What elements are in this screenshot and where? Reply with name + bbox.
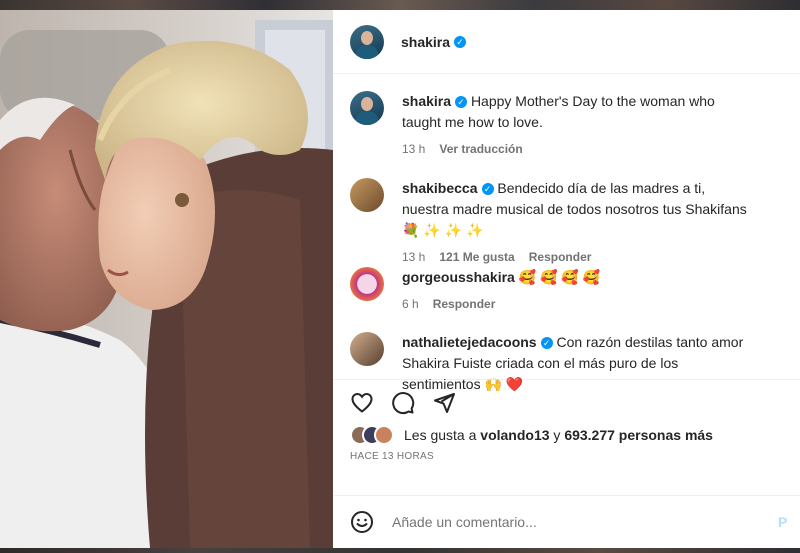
post-header: shakira ✓ [333, 10, 800, 74]
comment-username[interactable]: shakibecca [402, 180, 478, 196]
comment-avatar[interactable] [350, 178, 384, 212]
comment-avatar[interactable] [350, 267, 384, 301]
likes-count[interactable]: 693.277 personas más [564, 427, 713, 443]
comment-item: gorgeousshakira 🥰 🥰 🥰 🥰 6 h Responder [350, 267, 800, 311]
post-photo-illustration [0, 10, 333, 548]
comment-text: gorgeousshakira 🥰 🥰 🥰 🥰 [402, 267, 752, 288]
liker-avatar[interactable] [374, 425, 394, 445]
reply-button[interactable]: Responder [433, 297, 496, 311]
liker-username[interactable]: volando13 [480, 427, 549, 443]
caption-text: shakira ✓ Happy Mother's Day to the woman… [402, 91, 752, 133]
comment-text: shakibecca ✓ Bendecido día de las madres … [402, 178, 752, 241]
post-comment-button[interactable]: P [778, 514, 787, 530]
comment-meta: 13 h Ver traducción [402, 142, 752, 156]
author-username[interactable]: shakira [401, 34, 450, 50]
comment-item: shakibecca ✓ Bendecido día de las madres … [350, 178, 800, 264]
comment-avatar[interactable] [350, 332, 384, 366]
post-photo[interactable] [0, 10, 333, 548]
comment-username[interactable]: gorgeousshakira [402, 269, 515, 285]
comment-body: 🥰 🥰 🥰 🥰 [518, 269, 601, 285]
background-strip-top [0, 0, 800, 10]
add-comment-bar: P [333, 495, 800, 548]
translate-link[interactable]: Ver traducción [439, 142, 522, 156]
likes-summary: Les gusta a volando13 y 693.277 personas… [333, 425, 800, 445]
verified-badge-icon: ✓ [455, 96, 468, 109]
comment-meta: 6 h Responder [402, 297, 752, 311]
verified-badge-icon: ✓ [454, 35, 467, 48]
comments-list: shakira ✓ Happy Mother's Day to the woman… [333, 74, 800, 392]
comment-username[interactable]: nathalietejedacoons [402, 334, 537, 350]
comment-meta: 13 h 121 Me gusta Responder [402, 250, 752, 264]
reply-button[interactable]: Responder [529, 250, 592, 264]
verified-badge-icon: ✓ [540, 337, 553, 350]
comment-text: nathalietejedacoons ✓ Con razón destilas … [402, 332, 752, 395]
verified-badge-icon: ✓ [481, 183, 494, 196]
comment-item: nathalietejedacoons ✓ Con razón destilas … [350, 332, 800, 395]
comment-time: 13 h [402, 250, 426, 264]
comment-avatar[interactable] [350, 91, 384, 125]
emoji-icon[interactable] [350, 510, 374, 534]
comment-time[interactable]: 13 h [402, 142, 425, 156]
post-detail-panel: shakira ✓ shakira ✓ Happy Mother's Day to… [333, 10, 800, 548]
background-strip-bottom [0, 548, 800, 553]
author-avatar[interactable] [350, 24, 384, 59]
likes-prefix: Les gusta a [404, 427, 477, 443]
comment-time: 6 h [402, 297, 419, 311]
caption: shakira ✓ Happy Mother's Day to the woman… [350, 91, 800, 156]
likes-connector: y [553, 427, 561, 443]
comment-username[interactable]: shakira [402, 93, 451, 109]
post-timestamp[interactable]: HACE 13 HORAS [333, 451, 800, 462]
comment-likes[interactable]: 121 Me gusta [439, 250, 514, 264]
comment-input[interactable] [390, 513, 764, 531]
